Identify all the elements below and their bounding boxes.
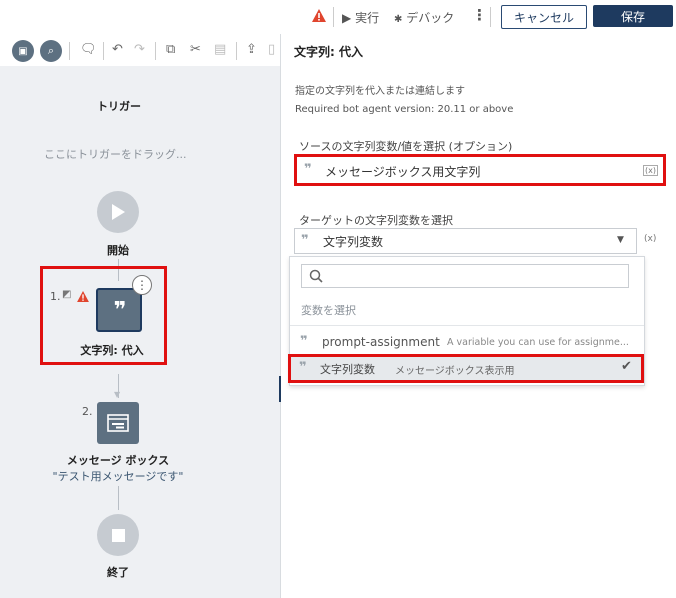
export-icon[interactable]: ⇪ [246, 42, 257, 57]
step2-number: 2. [82, 405, 93, 418]
bug-icon: ✱ [394, 14, 403, 25]
step1-number: 1. [50, 290, 61, 303]
add-note-icon[interactable]: 🗨 [80, 42, 97, 57]
checkmark-icon: ✔ [621, 359, 632, 374]
variable-name: 文字列変数 [320, 363, 375, 376]
variable-name: prompt-assignment [322, 335, 440, 349]
play-icon [112, 204, 125, 220]
run-button[interactable]: ▶ 実行 [342, 9, 379, 26]
arrow-down-icon: ▼ [114, 390, 121, 399]
variable-description: A variable you can use for assignme... [447, 337, 629, 348]
variable-description: メッセージボックス表示用 [395, 366, 515, 377]
action-description: 指定の文字列を代入または連結します [295, 86, 465, 97]
step2-title: メッセージ ボックス [66, 454, 170, 467]
node-menu-icon[interactable]: ⋮ [132, 275, 152, 295]
record-icon[interactable]: ▣ [12, 40, 34, 62]
trigger-title: トリガー [97, 100, 141, 113]
warning-icon [77, 291, 89, 302]
panel-title: 文字列: 代入 [294, 45, 363, 59]
target-select[interactable]: ❞ 文字列変数 ▼ [294, 228, 637, 254]
list-item[interactable]: ❞ prompt-assignment A variable you can u… [290, 329, 644, 355]
start-node[interactable] [97, 191, 139, 233]
more-options-icon[interactable]: ⋮ [472, 6, 487, 24]
undo-icon[interactable]: ↶ [112, 42, 123, 57]
source-field-label: ソースの文字列変数/値を選択 (オプション) [299, 140, 513, 153]
flow-canvas[interactable]: トリガー ここにトリガーをドラッグ... 開始 1. ◩ ❞ ⋮ 文字列: 代入… [0, 66, 280, 598]
string-quote-icon: ❞ [304, 162, 312, 177]
source-input[interactable]: ❞ メッセージボックス用文字列 (x) [294, 154, 666, 186]
connector-line [118, 486, 119, 510]
step2-subtitle: "テスト用メッセージです" [52, 470, 184, 483]
stop-icon [111, 528, 125, 542]
step2-node[interactable] [97, 402, 139, 444]
warning-icon[interactable] [312, 9, 326, 22]
cut-icon[interactable]: ✂ [190, 42, 201, 57]
end-node[interactable] [97, 514, 139, 556]
target-field-label: ターゲットの文字列変数を選択 [299, 214, 453, 227]
debug-label: デバック [406, 11, 455, 25]
save-button[interactable]: 保存 [593, 5, 673, 27]
step1-label: 文字列: 代入 [80, 344, 144, 357]
play-icon: ▶ [342, 11, 352, 25]
cancel-button[interactable]: キャンセル [501, 5, 587, 29]
search-icon[interactable]: ⌕ [40, 40, 62, 62]
string-quote-icon: ❞ [299, 360, 307, 375]
start-label: 開始 [107, 244, 129, 257]
search-icon [309, 269, 323, 283]
disabled-note-icon: ◩ [62, 289, 72, 300]
copy-icon[interactable]: ⧉ [166, 42, 175, 57]
debug-button[interactable]: ✱ デバック [394, 9, 454, 26]
variable-insert-icon[interactable]: (x) [643, 165, 658, 176]
properties-panel: 文字列: 代入 指定の文字列を代入または連結します Required bot a… [281, 34, 676, 598]
version-note: Required bot agent version: 20.11 or abo… [295, 104, 514, 115]
target-value: 文字列変数 [323, 235, 384, 249]
step1-node[interactable]: ❞ [96, 288, 142, 332]
message-box-icon [107, 414, 129, 432]
variable-insert-icon[interactable]: (x) [644, 234, 656, 244]
paste-icon[interactable]: ▤ [214, 42, 226, 57]
import-icon[interactable]: ▯ [268, 42, 275, 57]
string-quote-icon: ❞ [113, 297, 127, 323]
string-quote-icon: ❞ [301, 233, 309, 248]
top-action-bar: ▶ 実行 ✱ デバック ⋮ キャンセル 保存 [300, 0, 676, 34]
chevron-down-icon: ▼ [617, 235, 624, 245]
list-item-selected[interactable]: ❞ 文字列変数 メッセージボックス表示用 ✔ [288, 354, 644, 383]
dropdown-search-input[interactable] [301, 264, 629, 288]
string-quote-icon: ❞ [300, 334, 308, 349]
dropdown-header: 変数を選択 [301, 304, 356, 317]
editor-toolbar: ▣ ⌕ 🗨 ↶ ↷ ⧉ ✂ ▤ ⇪ ▯ [0, 34, 280, 66]
redo-icon[interactable]: ↷ [134, 42, 145, 57]
end-label: 終了 [107, 566, 129, 579]
source-value: メッセージボックス用文字列 [325, 165, 481, 179]
run-label: 実行 [355, 11, 380, 25]
trigger-drop-zone[interactable]: ここにトリガーをドラッグ... [44, 146, 214, 162]
